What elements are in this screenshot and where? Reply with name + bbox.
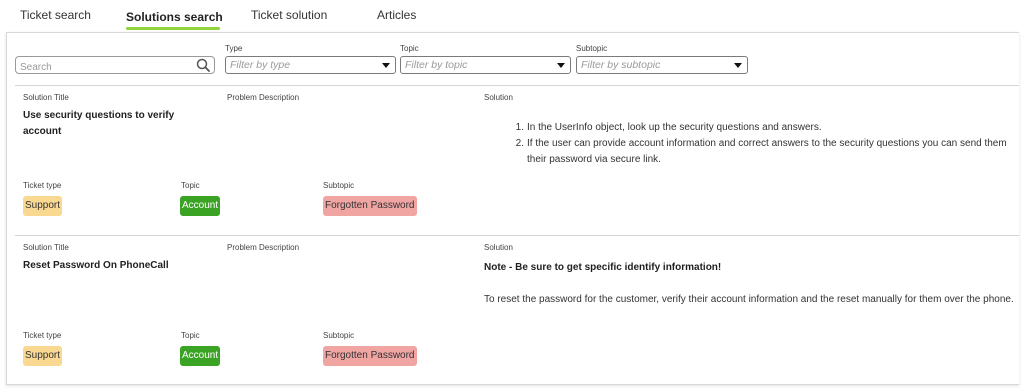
solution-label: Solution — [484, 93, 513, 102]
subtopic-badge: Forgotten Password — [323, 196, 417, 216]
tab-bar: Ticket search Solutions search Ticket so… — [0, 0, 1024, 32]
subtopic-label: Subtopic — [323, 331, 355, 340]
solution-steps: 1. In the UserInfo object, look up the s… — [510, 120, 1015, 168]
tab-ticket-solution[interactable]: Ticket solution — [251, 8, 327, 22]
subtopic-filter-select[interactable]: Filter by subtopic — [576, 56, 748, 74]
ticket-type-label: Ticket type — [23, 331, 62, 340]
search-icon[interactable] — [196, 58, 210, 72]
topic-label: Topic — [181, 181, 200, 190]
topic-filter-placeholder: Filter by topic — [405, 59, 468, 71]
caret-down-icon — [734, 63, 742, 68]
solution-step: 1. In the UserInfo object, look up the s… — [515, 122, 822, 133]
solution-text: To reset the password for the customer, … — [484, 294, 1014, 305]
solution-label: Solution — [484, 243, 513, 252]
subtopic-filter-label: Subtopic — [576, 44, 608, 53]
problem-description-label: Problem Description — [227, 93, 300, 102]
active-tab-indicator — [126, 27, 220, 30]
solution-title: Use security questions to verify account — [23, 110, 175, 137]
solution-title-label: Solution Title — [23, 93, 69, 102]
solution-title-label: Solution Title — [23, 243, 69, 252]
solution-card[interactable]: Solution Title Use security questions to… — [15, 85, 1019, 236]
tab-ticket-search[interactable]: Ticket search — [20, 8, 91, 22]
solution-step: 2. If the user can provide account infor… — [515, 138, 1007, 165]
subtopic-badge: Forgotten Password — [323, 346, 417, 366]
tab-solutions-search[interactable]: Solutions search — [126, 10, 223, 24]
solution-title: Reset Password On PhoneCall — [23, 260, 169, 271]
type-filter-label: Type — [225, 44, 243, 53]
ticket-type-label: Ticket type — [23, 181, 62, 190]
type-filter-select[interactable]: Filter by type — [225, 56, 396, 74]
subtopic-filter-placeholder: Filter by subtopic — [581, 59, 661, 71]
caret-down-icon — [382, 63, 390, 68]
topic-badge: Account — [180, 346, 221, 366]
search-input[interactable] — [16, 59, 190, 76]
topic-filter-select[interactable]: Filter by topic — [400, 56, 571, 74]
solution-card[interactable]: Solution Title Reset Password On PhoneCa… — [15, 235, 1019, 385]
topic-filter-label: Topic — [400, 44, 419, 53]
problem-description-label: Problem Description — [227, 243, 300, 252]
solution-note: Note - Be sure to get specific identify … — [484, 262, 722, 273]
ticket-type-badge: Support — [23, 196, 63, 216]
topic-badge: Account — [180, 196, 221, 216]
caret-down-icon — [557, 63, 565, 68]
type-filter-placeholder: Filter by type — [230, 59, 291, 71]
search-field[interactable] — [15, 56, 215, 76]
solutions-panel: Type Filter by type Topic Filter by topi… — [6, 32, 1019, 385]
subtopic-label: Subtopic — [323, 181, 355, 190]
topic-label: Topic — [181, 331, 200, 340]
tab-articles[interactable]: Articles — [377, 8, 416, 22]
ticket-type-badge: Support — [23, 346, 63, 366]
